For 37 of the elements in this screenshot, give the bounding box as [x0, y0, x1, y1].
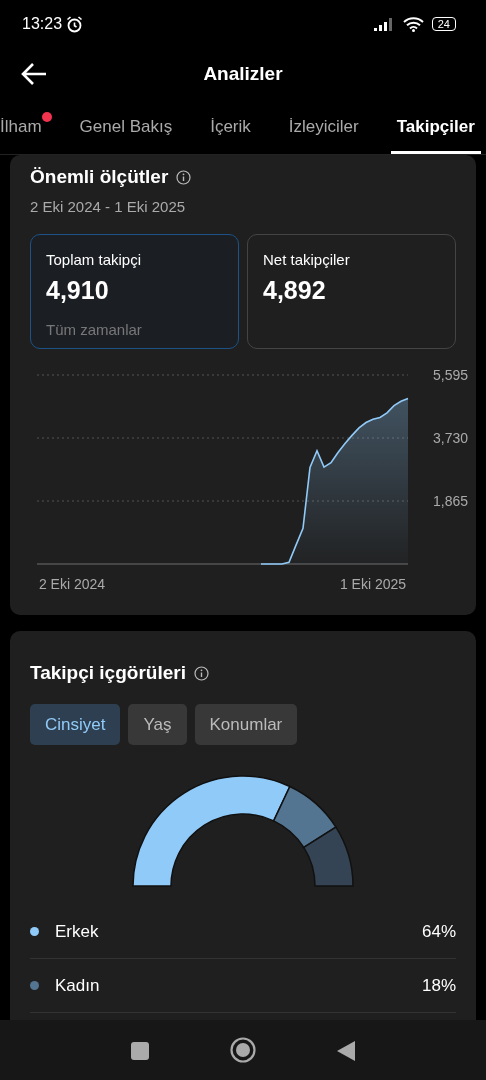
axis-label: 3,730 — [432, 430, 468, 446]
info-icon — [176, 169, 192, 185]
filter-chip[interactable]: Konumlar — [194, 703, 298, 745]
legend-label: Erkek — [55, 920, 100, 943]
wifi-icon — [402, 16, 424, 32]
date-range: 2 Eki 2024 - 1 Eki 2025 — [30, 196, 187, 217]
metric-label: Net takipçiler — [263, 250, 351, 270]
filter-chip[interactable]: Yaş — [128, 703, 187, 745]
section-title: Önemli ölçütler — [30, 165, 169, 189]
metric-card[interactable]: Toplam takipçi 4,910 Tüm zamanlar — [30, 234, 239, 349]
battery-indicator: 24 — [431, 17, 456, 31]
alarm-icon — [66, 15, 84, 33]
legend-value: 18% — [421, 974, 456, 997]
donut-slice — [303, 826, 354, 887]
info-icon — [193, 665, 209, 681]
legend-label: Kadın — [55, 974, 101, 997]
back-button[interactable] — [20, 61, 48, 86]
axis-label: 1 Eki 2025 — [339, 576, 407, 592]
section-title: Takipçi içgörüleri — [30, 661, 186, 685]
metric-card[interactable]: Net takipçiler 4,892 — [247, 234, 456, 349]
tab[interactable]: İçerik — [204, 113, 257, 154]
back-nav-button[interactable] — [336, 1038, 356, 1062]
home-button[interactable] — [230, 1037, 256, 1063]
tab[interactable]: Genel Bakış — [73, 113, 179, 154]
axis-label: 1,865 — [432, 493, 468, 509]
axis-label: 5,595 — [432, 367, 468, 383]
metric-value: 4,910 — [46, 274, 110, 306]
tab[interactable]: İzleyiciler — [282, 113, 365, 154]
filter-chip[interactable]: Cinsiyet — [30, 703, 121, 745]
metric-note: Tüm zamanlar — [46, 320, 143, 340]
metric-label: Toplam takipçi — [46, 250, 143, 270]
page-title: Analizler — [203, 61, 283, 86]
signal-icon — [373, 17, 395, 31]
axis-label: 2 Eki 2024 — [38, 576, 106, 592]
legend-value: 64% — [421, 920, 456, 943]
metric-value: 4,892 — [263, 274, 327, 306]
clock-time: 13:23 — [22, 14, 63, 34]
